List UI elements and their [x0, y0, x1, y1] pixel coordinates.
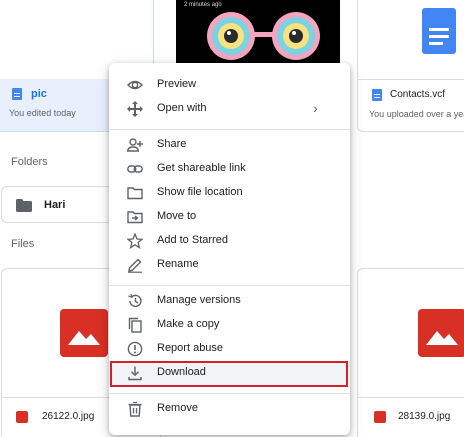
menu-item-preview[interactable]: Preview	[109, 73, 350, 97]
menu-item-rename[interactable]: Rename	[109, 253, 350, 277]
file-card-footer: 28139.0.jpg	[358, 397, 464, 437]
image-large-icon	[418, 309, 464, 357]
file-card-image-preview[interactable]: 2 minutes ago	[166, 0, 350, 70]
menu-item-label: Move to	[157, 210, 197, 222]
menu-item-move-to[interactable]: Move to	[109, 205, 350, 229]
menu-item-label: Make a copy	[157, 318, 220, 330]
file-subtitle: You edited today	[9, 108, 76, 118]
image-thumbnail: 2 minutes ago	[176, 0, 340, 70]
menu-item-label: Open with	[157, 102, 207, 114]
person-add-icon	[127, 137, 143, 153]
move-to-folder-icon	[127, 209, 143, 225]
folder-icon	[16, 199, 32, 212]
menu-item-label: Preview	[157, 78, 197, 90]
file-name: pic	[31, 88, 47, 100]
menu-item-label: Get shareable link	[157, 162, 246, 174]
eye-icon	[127, 77, 143, 93]
doc-icon	[372, 89, 382, 101]
file-card-contacts[interactable]: Contacts.vcf You uploaded over a year	[357, 0, 464, 132]
trash-icon	[127, 401, 143, 417]
menu-item-add-starred[interactable]: Add to Starred	[109, 229, 350, 253]
menu-item-manage-versions[interactable]: Manage versions	[109, 289, 350, 313]
menu-item-share[interactable]: Share	[109, 133, 350, 157]
menu-item-get-link[interactable]: Get shareable link	[109, 157, 350, 181]
file-name: Contacts.vcf	[390, 89, 446, 100]
file-card-footer: Contacts.vcf You uploaded over a year	[358, 79, 464, 131]
menu-divider	[109, 393, 350, 394]
download-icon	[127, 365, 143, 381]
menu-item-open-with[interactable]: Open with ›	[109, 97, 350, 121]
image-large-icon	[60, 309, 108, 357]
menu-item-label: Remove	[157, 402, 198, 414]
folder-name: Hari	[44, 199, 66, 211]
file-subtitle: You uploaded over a year	[369, 109, 464, 119]
menu-item-label: Show file location	[157, 186, 243, 198]
menu-item-report-abuse[interactable]: Report abuse	[109, 337, 350, 361]
chevron-right-icon: ›	[313, 100, 318, 116]
move-arrows-icon	[127, 101, 143, 117]
menu-item-download[interactable]: Download	[109, 361, 350, 385]
eyes-illustration	[207, 12, 320, 60]
file-card-28139[interactable]: 28139.0.jpg	[357, 268, 464, 437]
folders-section-label: Folders	[11, 156, 48, 168]
context-menu: Preview Open with › Share Get shareable …	[109, 63, 350, 435]
menu-item-label: Share	[157, 138, 187, 150]
menu-item-label: Report abuse	[157, 342, 224, 354]
history-icon	[127, 293, 143, 309]
file-name: 28139.0.jpg	[398, 411, 451, 422]
menu-item-show-location[interactable]: Show file location	[109, 181, 350, 205]
menu-item-make-copy[interactable]: Make a copy	[109, 313, 350, 337]
menu-item-remove[interactable]: Remove	[109, 397, 350, 421]
alert-circle-icon	[127, 341, 143, 357]
menu-item-label: Download	[157, 366, 206, 378]
menu-divider	[109, 285, 350, 286]
folder-outline-icon	[127, 185, 143, 201]
image-icon	[16, 411, 28, 423]
image-icon	[374, 411, 386, 423]
doc-large-icon	[422, 8, 456, 54]
doc-icon	[12, 88, 22, 100]
menu-item-label: Rename	[157, 258, 199, 270]
menu-item-label: Manage versions	[157, 294, 241, 306]
file-thumbnail	[358, 0, 464, 79]
star-outline-icon	[127, 233, 143, 249]
pencil-icon	[127, 257, 143, 273]
copy-icon	[127, 317, 143, 333]
menu-divider	[109, 129, 350, 130]
file-name: 26122.0.jpg	[42, 411, 95, 422]
files-section-label: Files	[11, 238, 35, 250]
link-icon	[127, 161, 143, 177]
menu-item-label: Add to Starred	[157, 234, 228, 246]
